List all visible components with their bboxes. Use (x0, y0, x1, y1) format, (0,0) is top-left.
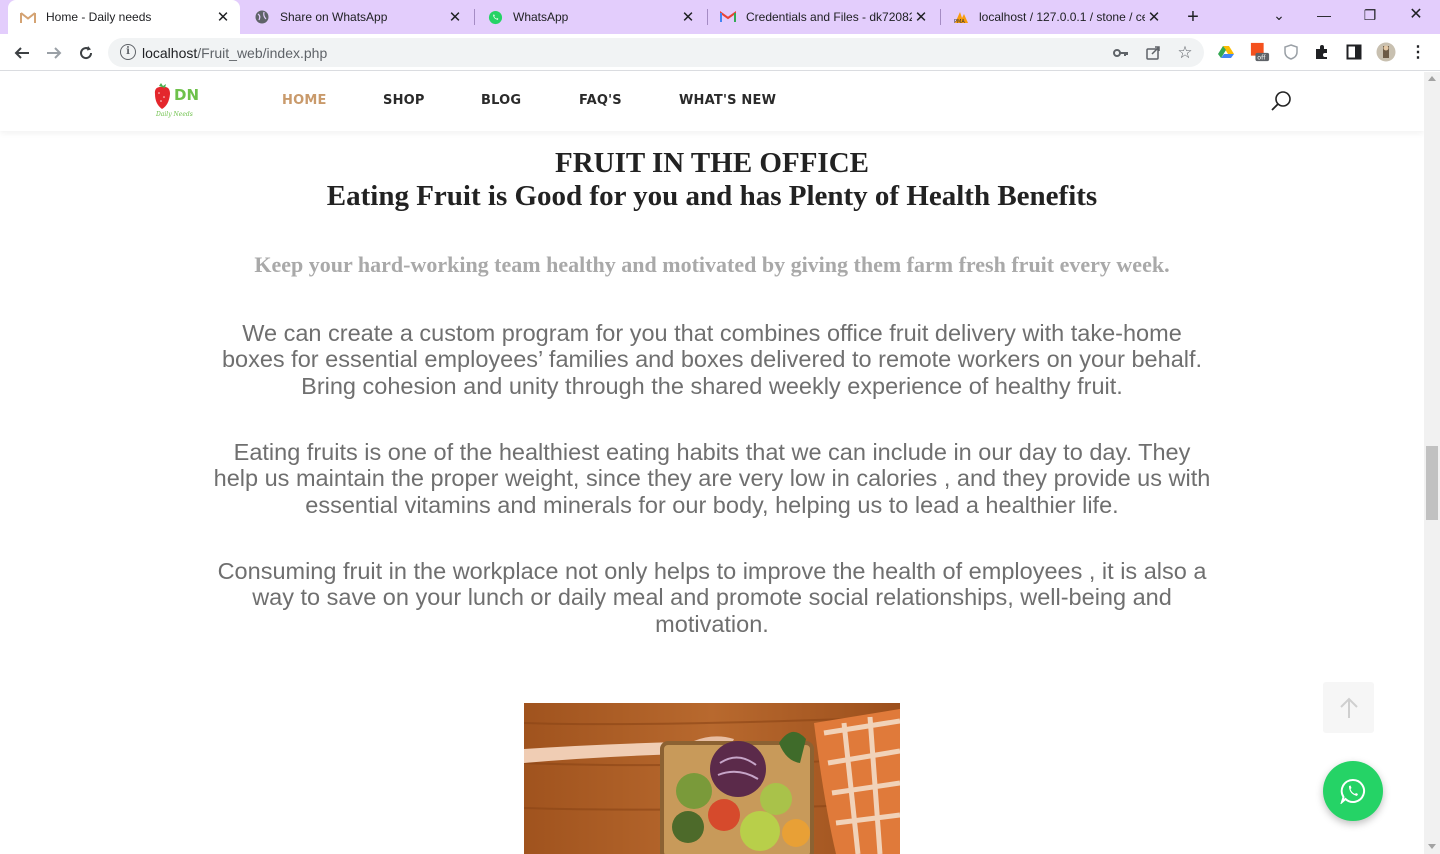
tab-title: Home - Daily needs (46, 10, 152, 24)
nav-home[interactable]: HOME (282, 93, 327, 108)
site-info-icon[interactable]: i (120, 44, 136, 60)
close-icon[interactable]: ✕ (679, 8, 697, 26)
gmail-icon (720, 9, 736, 25)
site-logo[interactable]: DN Daily Needs (150, 80, 206, 120)
reload-icon[interactable] (74, 41, 98, 65)
browser-menu-icon[interactable]: ⋮ (1408, 42, 1428, 62)
page-subheading: Eating Fruit is Good for you and has Ple… (326, 180, 1098, 212)
profile-avatar-icon[interactable] (1376, 42, 1396, 62)
tab-share-on-whatsapp[interactable]: Share on WhatsApp ✕ (242, 0, 472, 34)
tab-title: Credentials and Files - dk72082 (746, 10, 912, 24)
close-icon[interactable]: ✕ (446, 8, 464, 26)
tab-search-icon[interactable]: ⌄ (1266, 4, 1292, 26)
tab-title: Share on WhatsApp (280, 10, 388, 24)
shield-icon[interactable] (1281, 42, 1301, 62)
extension-off-icon[interactable]: off (1250, 42, 1270, 62)
web-page: DN Daily Needs HOME SHOP BLOG FAQ'S WHAT… (0, 72, 1424, 854)
tab-title: localhost / 127.0.0.1 / stone / ce (979, 10, 1145, 24)
nav-whats-new[interactable]: WHAT'S NEW (679, 93, 776, 108)
tab-phpmyadmin[interactable]: PMA localhost / 127.0.0.1 / stone / ce ✕ (941, 0, 1171, 34)
browser-tab-bar: Home - Daily needs ✕ Share on WhatsApp ✕… (0, 0, 1440, 34)
browser-toolbar: i localhost/Fruit_web/index.php ☆ off ⋮ (0, 34, 1440, 71)
back-arrow-icon[interactable] (10, 41, 34, 65)
whatsapp-icon (1340, 778, 1365, 804)
arrow-up-icon (1339, 697, 1358, 718)
share-icon[interactable] (1144, 44, 1162, 62)
paragraph-custom-program: We can create a custom program for you t… (221, 320, 1203, 399)
forward-arrow-icon[interactable] (42, 41, 66, 65)
globe-icon (254, 9, 270, 25)
close-window-icon[interactable]: ✕ (1403, 4, 1429, 26)
close-icon[interactable]: ✕ (1145, 8, 1163, 26)
whatsapp-chat-button[interactable] (1323, 761, 1383, 821)
scroll-to-top-button[interactable] (1323, 682, 1374, 733)
phpmyadmin-icon: PMA (953, 9, 969, 25)
paragraph-health-habits: Eating fruits is one of the healthiest e… (213, 439, 1211, 518)
address-bar[interactable]: i localhost/Fruit_web/index.php ☆ (108, 38, 1204, 67)
tagline: Keep your hard-working team healthy and … (254, 252, 1170, 277)
minimize-icon[interactable]: — (1311, 4, 1337, 26)
site-header: DN Daily Needs HOME SHOP BLOG FAQ'S WHAT… (0, 72, 1424, 131)
svg-text:PMA: PMA (954, 19, 965, 24)
tab-whatsapp[interactable]: WhatsApp ✕ (475, 0, 705, 34)
tab-title: WhatsApp (513, 10, 569, 24)
url-text[interactable]: localhost/Fruit_web/index.php (142, 45, 327, 61)
scrollbar-thumb[interactable] (1426, 446, 1438, 520)
scroll-up-arrow-icon[interactable] (1428, 76, 1436, 81)
tab-credentials-and-files[interactable]: Credentials and Files - dk72082 ✕ (708, 0, 938, 34)
svg-text:Daily Needs: Daily Needs (155, 111, 193, 118)
page-heading: FRUIT IN THE OFFICE (555, 147, 869, 179)
google-drive-icon[interactable] (1216, 42, 1236, 62)
nav-blog[interactable]: BLOG (481, 93, 521, 108)
extensions-puzzle-icon[interactable] (1312, 42, 1332, 62)
svg-text:DN: DN (174, 86, 199, 104)
nav-shop[interactable]: SHOP (383, 93, 425, 108)
close-icon[interactable]: ✕ (912, 8, 930, 26)
key-icon[interactable] (1112, 44, 1130, 62)
bookmark-star-icon[interactable]: ☆ (1176, 43, 1194, 62)
close-icon[interactable]: ✕ (214, 8, 232, 26)
whatsapp-icon (487, 9, 503, 25)
side-panel-icon[interactable] (1344, 42, 1364, 62)
nav-faqs[interactable]: FAQ'S (579, 93, 622, 108)
paragraph-workplace-fruit: Consuming fruit in the workplace not onl… (217, 558, 1207, 637)
gmail-icon (20, 9, 36, 25)
restore-icon[interactable]: ❐ (1357, 4, 1383, 26)
fruit-box-photo (524, 703, 900, 854)
page-scrollbar[interactable] (1424, 72, 1440, 854)
tab-home-daily-needs[interactable]: Home - Daily needs ✕ (8, 0, 240, 34)
new-tab-button[interactable]: + (1182, 6, 1204, 28)
scroll-down-arrow-icon[interactable] (1428, 844, 1436, 849)
svg-text:off: off (1257, 55, 1266, 62)
search-icon[interactable] (1270, 90, 1292, 112)
